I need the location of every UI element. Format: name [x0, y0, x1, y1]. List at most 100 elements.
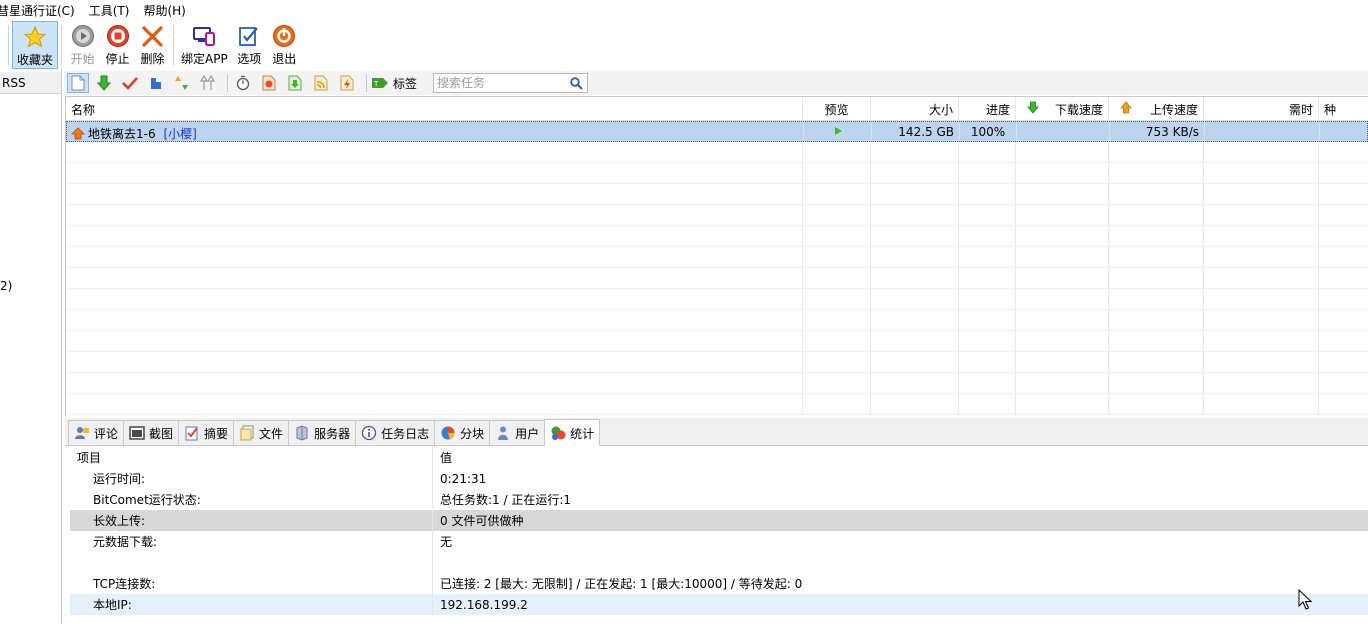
empty-cell [66, 373, 803, 393]
empty-cell [871, 184, 959, 204]
empty-cell [871, 205, 959, 225]
empty-table-row [66, 247, 1368, 268]
table-row[interactable]: 地铁离去1-6 [小樱] 142.5 GB 100% 753 KB/s [66, 121, 1368, 142]
toolbar-separator [366, 74, 367, 92]
favorites-button[interactable]: 收藏夹 [12, 21, 59, 69]
empty-cell [1109, 310, 1204, 330]
stats-row-status[interactable]: BitComet运行状态: 总任务数:1 / 正在运行:1 [70, 489, 1368, 510]
upload-outline-icon[interactable] [197, 73, 219, 93]
column-name[interactable]: 名称 [66, 97, 803, 120]
empty-cell [1016, 163, 1109, 183]
column-progress[interactable]: 进度 [959, 97, 1016, 120]
bind-app-button[interactable]: 绑定APP [177, 21, 232, 69]
task-size: 142.5 GB [872, 122, 960, 141]
toolbar-separator [8, 25, 9, 65]
tab-stats-label: 统计 [570, 426, 595, 441]
empty-table-row [66, 310, 1368, 331]
column-eta[interactable]: 需时 [1204, 97, 1319, 120]
task-upload-speed: 753 KB/s [1110, 122, 1205, 141]
empty-cell [1016, 247, 1109, 267]
search-icon[interactable] [570, 77, 583, 90]
empty-cell [1204, 289, 1319, 309]
stats-row-long-upload[interactable]: 长效上传: 0 文件可供做种 [70, 510, 1368, 531]
tab-peers-label: 用户 [515, 426, 540, 441]
timer-icon[interactable] [232, 73, 254, 93]
tab-servers[interactable]: 服务器 [288, 420, 357, 445]
queue-icon[interactable] [145, 73, 167, 93]
file-upload-icon[interactable] [258, 73, 280, 93]
stats-row-local-ip[interactable]: 本地IP: 192.168.199.2 [70, 594, 1368, 615]
delete-button[interactable]: 删除 [135, 21, 170, 69]
empty-cell [959, 163, 1016, 183]
empty-table-row [66, 184, 1368, 205]
task-download-speed [1017, 122, 1110, 141]
column-size[interactable]: 大小 [871, 97, 959, 120]
tab-files[interactable]: 文件 [233, 420, 290, 445]
left-panel: RSS 2) [0, 69, 62, 624]
stats-value: 0:21:31 [440, 471, 487, 486]
empty-cell [871, 268, 959, 288]
tab-stats[interactable]: 统计 [544, 419, 601, 446]
tab-pieces[interactable]: 分块 [434, 420, 491, 445]
empty-cell [1016, 352, 1109, 372]
empty-cell [1016, 310, 1109, 330]
rss-file-icon[interactable] [310, 73, 332, 93]
tab-peers[interactable]: 用户 [489, 420, 546, 445]
column-upload-speed[interactable]: 上传速度 [1109, 97, 1204, 120]
all-tasks-icon[interactable] [67, 73, 89, 93]
tab-summary[interactable]: 摘要 [178, 420, 235, 445]
empty-cell [1319, 394, 1368, 414]
empty-cell [66, 226, 803, 246]
user-icon [495, 425, 511, 441]
file-download-icon[interactable] [284, 73, 306, 93]
exit-button[interactable]: 退出 [267, 21, 302, 69]
empty-cell [803, 331, 871, 351]
delete-label: 删除 [140, 52, 165, 66]
column-download-speed[interactable]: 下载速度 [1016, 97, 1109, 120]
delete-x-icon [141, 24, 165, 48]
empty-cell [1109, 331, 1204, 351]
stats-header-value: 值 [440, 451, 453, 465]
tab-screenshots[interactable]: 截图 [123, 420, 180, 445]
screenshot-icon [129, 425, 145, 441]
search-input[interactable] [434, 74, 565, 92]
files-icon [239, 425, 255, 441]
empty-cell [803, 352, 871, 372]
upload-download-icon[interactable] [171, 73, 193, 93]
detail-tabs: 评论 截图 摘要 文件 服务器 任务日志 分块 用户 统计 [65, 418, 1368, 446]
stats-row-metadata[interactable]: 元数据下载: 无 [70, 531, 1368, 552]
empty-cell [803, 394, 871, 414]
empty-cell [959, 289, 1016, 309]
menu-passport[interactable]: 彗星通行证(C) [0, 2, 82, 19]
column-preview[interactable]: 预览 [803, 97, 871, 120]
tags-button[interactable]: T 标签 [371, 75, 417, 92]
task-table: 名称 预览 大小 进度 下载速度 上传速度 需时 种 地铁离去1-6 [小樱] … [65, 96, 1368, 416]
empty-cell [66, 142, 803, 162]
empty-cell [1319, 142, 1368, 162]
tab-summary-label: 摘要 [204, 426, 229, 441]
play-preview-icon[interactable] [833, 126, 843, 136]
empty-table-row [66, 373, 1368, 394]
downloading-arrow-icon[interactable] [93, 73, 115, 93]
start-button[interactable]: 开始 [65, 21, 100, 69]
stats-row-runtime[interactable]: 运行时间: 0:21:31 [70, 468, 1368, 489]
completed-check-icon[interactable] [119, 73, 141, 93]
options-button[interactable]: 选项 [232, 21, 267, 69]
mouse-cursor-icon [1298, 589, 1312, 610]
tab-comments[interactable]: 评论 [68, 420, 125, 445]
menu-tools[interactable]: 工具(T) [82, 2, 137, 19]
stop-button[interactable]: 停止 [100, 21, 135, 69]
preview-cell[interactable] [804, 122, 872, 141]
stats-row-tcp[interactable]: TCP连接数: 已连接: 2 [最大: 无限制] / 正在发起: 1 [最大:1… [70, 573, 1368, 594]
sidebar-item-rss[interactable]: RSS [0, 72, 61, 94]
file-lightning-icon[interactable] [336, 73, 358, 93]
empty-cell [959, 247, 1016, 267]
task-tag-link[interactable]: [小樱] [163, 127, 196, 141]
menu-help[interactable]: 帮助(H) [136, 2, 192, 19]
empty-cell [959, 373, 1016, 393]
column-seeds[interactable]: 种 [1319, 97, 1368, 120]
stats-row-blank [70, 552, 1368, 573]
tab-log[interactable]: 任务日志 [355, 420, 436, 445]
stats-value: 无 [440, 535, 453, 549]
empty-cell [1016, 331, 1109, 351]
